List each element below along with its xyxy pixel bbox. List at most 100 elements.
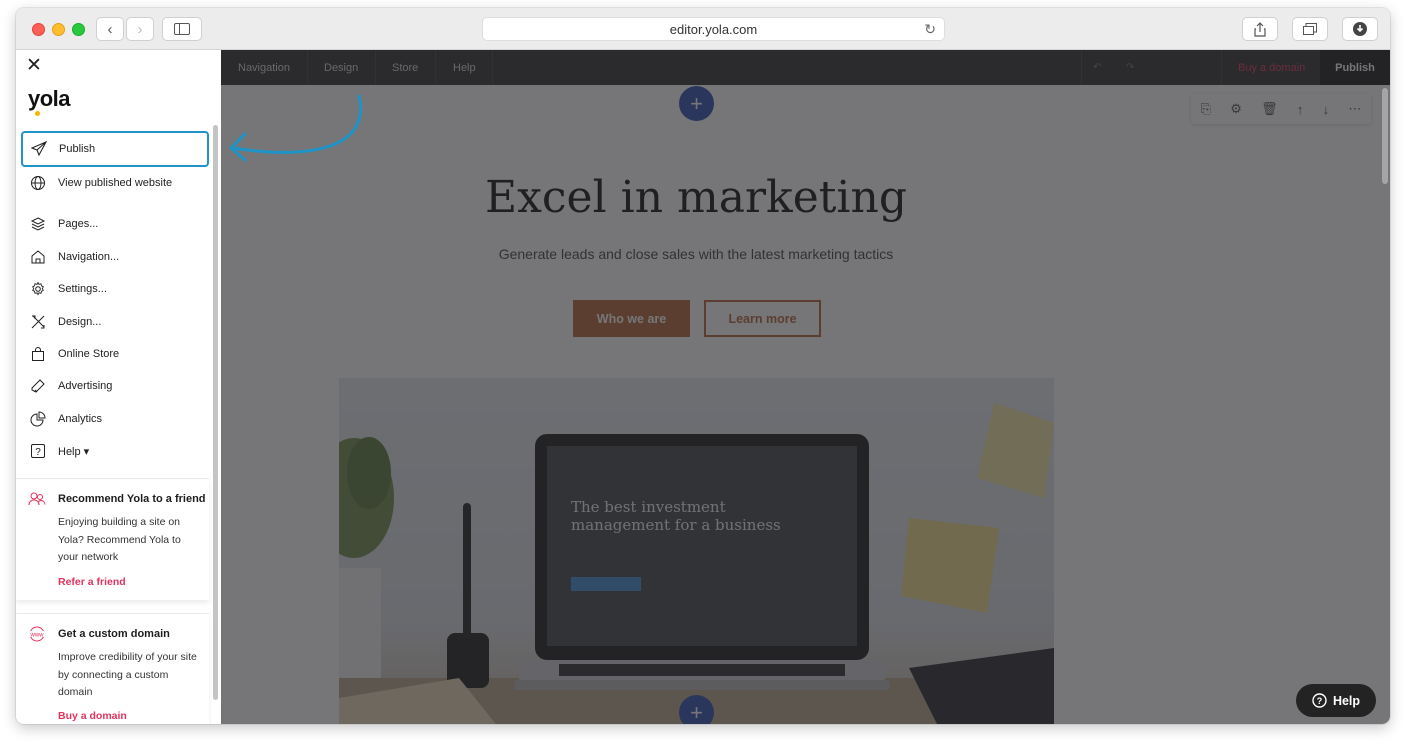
minimize-window-button[interactable]: [52, 23, 65, 36]
topnav-help[interactable]: Help: [453, 50, 476, 85]
topnav-navigation[interactable]: Navigation: [238, 50, 290, 85]
share-button[interactable]: [1242, 17, 1278, 41]
redo-icon[interactable]: ↷: [1126, 50, 1134, 85]
sidebar-item-help[interactable]: ? Help ▾: [22, 435, 208, 467]
chevron-left-icon: ‹: [107, 20, 113, 38]
yola-logo: yola: [28, 86, 71, 111]
help-label: Help: [1332, 693, 1361, 708]
hero-subtitle: Generate leads and close sales with the …: [498, 246, 894, 262]
shopping-bag-icon: [22, 346, 54, 362]
sidebar-item-advertising[interactable]: Advertising: [22, 370, 208, 402]
laptop-desk-illustration: [339, 403, 1054, 724]
sidebar-menu: ✕ yola Publish View published website Pa…: [16, 50, 221, 724]
sidebar-item-label: Settings...: [58, 283, 107, 295]
sidebar-item-label: Help ▾: [58, 445, 90, 458]
custom-domain-card: www Get a custom domain Improve credibil…: [16, 613, 209, 724]
gear-icon: [22, 281, 54, 297]
tabs-button[interactable]: [1292, 17, 1328, 41]
sidebar-scrollbar[interactable]: [213, 125, 218, 700]
copy-icon[interactable]: ⎘: [1201, 101, 1211, 117]
recommend-body: Enjoying building a site on Yola? Recomm…: [58, 516, 181, 563]
back-button[interactable]: ‹: [96, 17, 124, 41]
laptop-screen-heading: The best investment management for a bus…: [571, 498, 781, 534]
sidebar-item-label: Online Store: [58, 348, 120, 360]
browser-window: ‹ › editor.yola.com ↻ ✕ yola Publish Vie…: [16, 8, 1390, 724]
sidebar-item-settings[interactable]: Settings...: [22, 273, 208, 305]
share-icon: [1254, 21, 1266, 37]
editor-scrollbar[interactable]: [1382, 88, 1388, 184]
forward-button[interactable]: ›: [126, 17, 154, 41]
topnav-divider: [435, 50, 436, 85]
sidebar-item-label: Design...: [58, 316, 102, 328]
topnav-divider: [1221, 50, 1222, 85]
topbar-buy-domain-button[interactable]: Buy a domain: [1238, 50, 1305, 85]
sidebar-item-pages[interactable]: Pages...: [22, 208, 208, 240]
plus-icon: +: [690, 699, 703, 725]
arrow-up-icon[interactable]: ↑: [1297, 102, 1304, 117]
reload-icon[interactable]: ↻: [924, 21, 936, 38]
refer-friend-link[interactable]: Refer a friend: [58, 576, 126, 588]
sidebar-item-navigation[interactable]: Navigation...: [22, 241, 208, 273]
undo-icon[interactable]: ↶: [1093, 50, 1101, 85]
domain-title: Get a custom domain: [58, 628, 170, 640]
trash-icon[interactable]: 🗑: [1261, 101, 1278, 117]
recommend-card: Recommend Yola to a friend Enjoying buil…: [16, 478, 209, 600]
buy-domain-link[interactable]: Buy a domain: [58, 710, 127, 722]
topnav-divider: [1081, 50, 1082, 85]
close-window-button[interactable]: [32, 23, 45, 36]
downloads-button[interactable]: [1342, 17, 1378, 41]
more-icon[interactable]: ⋯: [1348, 101, 1361, 117]
topnav-design[interactable]: Design: [324, 50, 358, 85]
add-section-top-button[interactable]: +: [679, 86, 714, 121]
site-editor: Navigation Design Store Help ↶ ↷ Buy a d…: [221, 50, 1390, 724]
tabs-icon: [1303, 23, 1317, 35]
hero-title: Excel in marketing: [484, 172, 908, 223]
megaphone-icon: [22, 378, 54, 394]
arrow-down-icon[interactable]: ↓: [1323, 102, 1330, 117]
close-icon[interactable]: ✕: [26, 56, 42, 75]
sidebar-item-label: Analytics: [58, 413, 103, 425]
home-icon: [22, 249, 54, 265]
browser-toolbar: ‹ › editor.yola.com ↻: [16, 8, 1390, 50]
maximize-window-button[interactable]: [72, 23, 85, 36]
layers-icon: [22, 216, 54, 232]
sidebar-toggle-button[interactable]: [162, 17, 202, 41]
hero-image: The best investment management for a bus…: [339, 378, 1054, 724]
help-floating-button[interactable]: ? Help: [1296, 684, 1376, 717]
globe-icon: [22, 175, 54, 191]
sidebar-item-label: View published website: [58, 177, 173, 189]
url-text: editor.yola.com: [669, 22, 758, 37]
address-bar[interactable]: editor.yola.com ↻: [482, 17, 945, 41]
sidebar-item-label: Pages...: [58, 218, 99, 230]
topnav-store[interactable]: Store: [392, 50, 418, 85]
sidebar-item-publish[interactable]: Publish: [21, 131, 209, 167]
paper-plane-icon: [23, 141, 55, 157]
design-tools-icon: [22, 314, 54, 330]
plus-icon: +: [690, 90, 703, 116]
gear-icon[interactable]: ⚙: [1230, 101, 1242, 117]
add-section-bottom-button[interactable]: +: [679, 695, 714, 724]
chevron-right-icon: ›: [137, 20, 143, 38]
sidebar-item-label: Publish: [59, 143, 96, 155]
question-circle-icon: ?: [1312, 693, 1327, 708]
svg-text:www: www: [30, 632, 45, 638]
sidebar-item-label: Navigation...: [58, 251, 120, 263]
sidebar-item-analytics[interactable]: Analytics: [22, 403, 208, 435]
editor-topbar: Navigation Design Store Help ↶ ↷ Buy a d…: [221, 50, 1390, 85]
sidebar-item-design[interactable]: Design...: [22, 306, 208, 338]
svg-text:?: ?: [1317, 696, 1323, 706]
callout-arrow-icon: [229, 94, 362, 162]
who-we-are-button[interactable]: Who we are: [573, 300, 690, 337]
topnav-divider: [492, 50, 493, 85]
sidebar-icon: [174, 23, 190, 35]
question-icon: ?: [22, 443, 54, 459]
topbar-publish-button[interactable]: Publish: [1320, 50, 1390, 85]
block-toolbar: ⎘ ⚙ 🗑 ↑ ↓ ⋯: [1191, 94, 1371, 124]
sidebar-item-view-website[interactable]: View published website: [22, 167, 208, 199]
topnav-divider: [375, 50, 376, 85]
sidebar-item-label: Advertising: [58, 380, 113, 392]
recommend-title: Recommend Yola to a friend: [58, 493, 206, 505]
topnav-divider: [307, 50, 308, 85]
learn-more-button[interactable]: Learn more: [704, 300, 821, 337]
sidebar-item-online-store[interactable]: Online Store: [22, 338, 208, 370]
